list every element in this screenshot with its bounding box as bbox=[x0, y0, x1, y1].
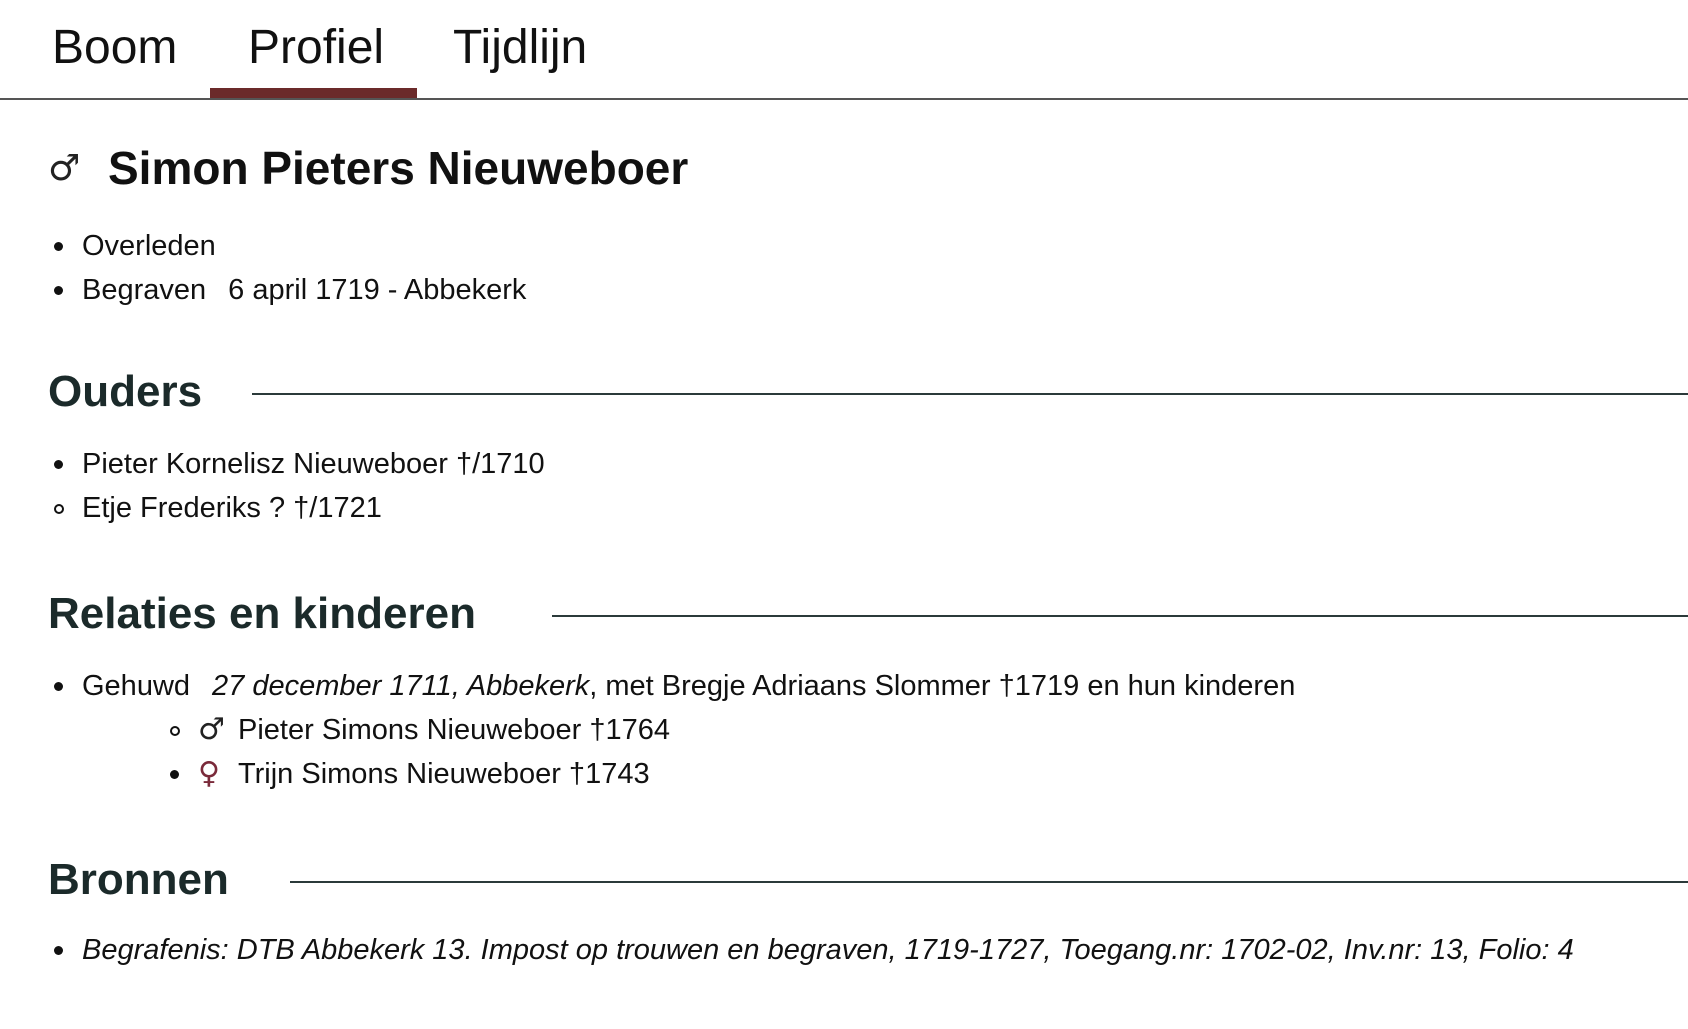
list-item: ♀ Trijn Simons Nieuweboer †1743 bbox=[0, 752, 670, 796]
section-bronnen: Bronnen bbox=[0, 850, 1688, 910]
section-title: Relaties en kinderen bbox=[48, 589, 476, 638]
male-icon: ♂ bbox=[198, 712, 225, 747]
male-icon: ♂ bbox=[48, 147, 81, 189]
list-item: Etje Frederiks ? †/1721 bbox=[0, 486, 545, 530]
list-item: Gehuwd 27 december 1711, Abbekerk, met Br… bbox=[0, 664, 1295, 708]
divider bbox=[252, 393, 1688, 395]
fact-label: Overleden bbox=[82, 230, 216, 262]
parent-link[interactable]: Pieter Kornelisz Nieuweboer †/1710 bbox=[82, 448, 545, 480]
facts-list: Overleden Begraven 6 april 1719 - Abbeker… bbox=[0, 224, 526, 312]
list-item: Pieter Kornelisz Nieuweboer †/1710 bbox=[0, 442, 545, 486]
divider bbox=[290, 881, 1688, 883]
section-title: Ouders bbox=[48, 367, 203, 416]
section-ouders: Ouders bbox=[0, 362, 1688, 422]
fact-label: Begraven bbox=[82, 274, 207, 306]
list-item: Begraven 6 april 1719 - Abbekerk bbox=[0, 268, 526, 312]
list-item: Begrafenis: DTB Abbekerk 13. Impost op t… bbox=[0, 928, 1574, 972]
parents-list: Pieter Kornelisz Nieuweboer †/1710 Etje … bbox=[0, 442, 545, 530]
bullet bbox=[54, 286, 63, 295]
parent-link[interactable]: Etje Frederiks ? †/1721 bbox=[82, 492, 382, 524]
list-item: ♂ Pieter Simons Nieuweboer †1764 bbox=[0, 708, 670, 752]
tab-boom[interactable]: Boom bbox=[52, 18, 177, 78]
bullet bbox=[170, 726, 180, 736]
relation-partner[interactable]: , met Bregje Adriaans Slommer †1719 en h… bbox=[589, 670, 1295, 702]
relation-type: Gehuwd bbox=[82, 670, 191, 702]
active-tab-indicator bbox=[210, 88, 417, 98]
section-relaties: Relaties en kinderen bbox=[0, 584, 1688, 644]
sources-list: Begrafenis: DTB Abbekerk 13. Impost op t… bbox=[0, 928, 1574, 972]
tab-profiel[interactable]: Profiel bbox=[248, 18, 384, 78]
list-item: Overleden bbox=[0, 224, 526, 268]
tab-tijdlijn[interactable]: Tijdlijn bbox=[453, 18, 587, 78]
bullet bbox=[54, 460, 63, 469]
relations-list: Gehuwd 27 december 1711, Abbekerk, met Br… bbox=[0, 664, 1295, 708]
page-title: ♂ Simon Pieters Nieuweboer bbox=[48, 138, 688, 198]
section-title: Bronnen bbox=[48, 855, 229, 904]
bullet bbox=[54, 682, 63, 691]
children-list: ♂ Pieter Simons Nieuweboer †1764 ♀ Trijn… bbox=[0, 708, 670, 796]
child-link[interactable]: Trijn Simons Nieuweboer †1743 bbox=[238, 758, 650, 790]
bullet bbox=[170, 770, 179, 779]
bullet bbox=[54, 946, 63, 955]
bullet bbox=[54, 242, 63, 251]
female-icon: ♀ bbox=[198, 756, 220, 791]
relation-date-place: 27 december 1711, Abbekerk bbox=[212, 670, 590, 702]
divider bbox=[552, 615, 1688, 617]
tab-bar: Boom Profiel Tijdlijn bbox=[0, 0, 1688, 100]
source-text: Begrafenis: DTB Abbekerk 13. Impost op t… bbox=[82, 934, 1574, 966]
child-link[interactable]: Pieter Simons Nieuweboer †1764 bbox=[238, 714, 670, 746]
bullet bbox=[54, 504, 64, 514]
person-name: Simon Pieters Nieuweboer bbox=[108, 142, 689, 194]
fact-value: 6 april 1719 - Abbekerk bbox=[228, 274, 527, 306]
